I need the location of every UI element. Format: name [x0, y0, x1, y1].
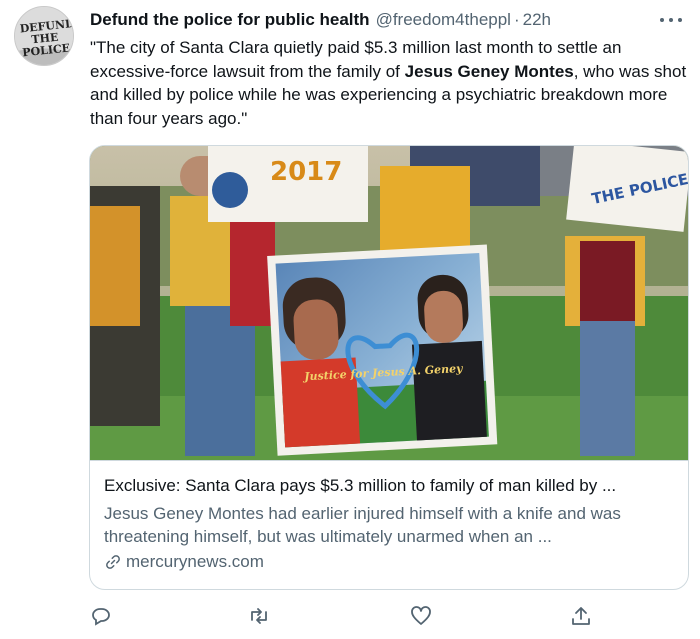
more-icon[interactable] — [660, 10, 682, 30]
tweet-text: "The city of Santa Clara quietly paid $5… — [90, 36, 690, 130]
like-icon[interactable] — [409, 604, 433, 628]
avatar[interactable]: DEFUND THE POLICE — [14, 6, 74, 66]
reply-icon[interactable] — [89, 604, 113, 628]
tweet-header: Defund the police for public health @fre… — [90, 8, 690, 32]
share-icon[interactable] — [569, 604, 593, 628]
card-divider — [90, 460, 688, 461]
card-description[interactable]: Jesus Geney Montes had earlier injured h… — [104, 502, 676, 548]
retweet-icon[interactable] — [247, 604, 271, 628]
card-domain-text: mercurynews.com — [126, 552, 264, 571]
separator: · — [513, 10, 520, 29]
sign-left-text: 2017 — [270, 157, 342, 187]
timestamp[interactable]: 22h — [523, 10, 551, 30]
link-icon — [106, 555, 120, 569]
card-image[interactable]: 2017 Justice for Jesus A. Geney THE POLI… — [90, 146, 688, 460]
card-photo: 2017 Justice for Jesus A. Geney THE POLI… — [90, 146, 688, 460]
card-title[interactable]: Exclusive: Santa Clara pays $5.3 million… — [104, 476, 676, 496]
author-handle[interactable]: @freedom4theppl — [376, 10, 511, 30]
tweet-text-name: Jesus Geney Montes — [404, 61, 574, 81]
card-domain[interactable]: mercurynews.com — [104, 552, 264, 572]
link-card[interactable]: 2017 Justice for Jesus A. Geney THE POLI… — [89, 145, 689, 590]
tweet-actions — [89, 604, 689, 628]
author-name[interactable]: Defund the police for public health — [90, 10, 370, 30]
avatar-text: DEFUND THE POLICE — [19, 16, 74, 60]
